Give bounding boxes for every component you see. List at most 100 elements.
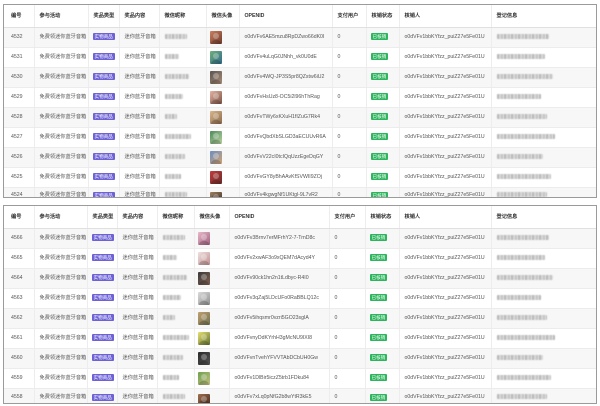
prize-type-badge: 实物商品	[92, 53, 115, 61]
cell-paid-user: 0	[329, 268, 366, 289]
header-register-info: 登记信息	[491, 5, 596, 28]
cell-verifier: o0dVFv1bbKYfzz_puiZ27e5Fe01U	[399, 388, 492, 403]
avatar-image	[197, 371, 210, 385]
cell-prize-type: 实物商品	[87, 308, 118, 329]
verifier-openid: o0dVFv1bbKYfzz_puiZ27e5Fe01U	[404, 294, 485, 301]
paid-user-value: 0	[337, 33, 341, 40]
cell-verify-status: 已核销	[365, 368, 400, 389]
cell-id: 4564	[4, 268, 35, 289]
activity-name: 免费领迷你蓝牙音箱	[39, 113, 87, 120]
verifier-openid: o0dVFv1bbKYfzz_puiZ27e5Fe01U	[404, 53, 485, 60]
cell-avatar	[206, 107, 240, 128]
verifier-openid: o0dVFv1bbKYfzz_puiZ27e5Fe01U	[404, 334, 485, 341]
cell-prize-type: 实物商品	[87, 268, 118, 289]
cell-prize-content: 迷你蓝牙音箱	[117, 348, 158, 369]
verified-status-badge: 已核销	[370, 173, 389, 181]
cell-openid: o0dVFv3qZaj5LDcUFo0RaBBLQ12c	[229, 288, 330, 309]
cell-avatar	[194, 288, 230, 309]
register-info-blurred	[496, 335, 555, 340]
register-info-blurred	[496, 34, 549, 39]
prize-content: 迷你蓝牙音箱	[124, 93, 156, 100]
openid-value: o0dVFvHsUz8-OC5i2l96hThRag	[244, 93, 320, 100]
cell-openid: o0dVFv1DlBir5iczZ5trb1FDku84	[229, 368, 330, 389]
cell-register-info	[491, 348, 596, 369]
cell-register-info	[491, 228, 596, 249]
header-verify-status: 核销状态	[365, 206, 400, 229]
cell-avatar	[206, 47, 240, 68]
table-row: 4563 免费领迷你蓝牙音箱 实物商品 迷你蓝牙音箱 o0dVFv3qZaj5LDcUF…	[4, 288, 596, 309]
activity-name: 免费领迷你蓝牙音箱	[39, 254, 87, 261]
records-table: 编号 参与活动 奖品类型 奖品内容 微信昵称 微信头像 OPENID 支付用户 …	[4, 5, 596, 197]
openid-value: o0dVFv7xLq0pNfG2b8wYtR3kE5	[234, 393, 312, 400]
openid-value: o0dVFvTWy6xKXuH1fIZuG7Rk4	[244, 113, 321, 120]
avatar-image	[197, 311, 210, 325]
cell-register-info	[491, 147, 596, 168]
paid-user-value: 0	[337, 153, 341, 160]
cell-openid: o0dVFv7xLq0pNfG2b8wYtR3kE5	[229, 388, 330, 403]
cell-openid: o0dVFvGY8yBhAAvKfSVWII9ZOj	[239, 167, 333, 188]
record-id: 4531	[11, 53, 23, 60]
avatar-image	[197, 251, 210, 265]
cell-prize-content: 迷你蓝牙音箱	[117, 308, 158, 329]
cell-openid: o0dVFvQbdXbSLGD3aECUUvR6A	[239, 127, 333, 148]
cell-register-info	[491, 107, 596, 128]
verified-status-badge: 已核销	[370, 133, 389, 141]
paid-user-value: 0	[334, 354, 338, 361]
prize-type-badge: 实物商品	[91, 314, 114, 322]
cell-register-info	[491, 368, 596, 389]
cell-activity: 免费领迷你蓝牙音箱	[34, 167, 89, 188]
cell-nickname	[159, 107, 207, 128]
cell-register-info	[491, 187, 596, 197]
verifier-openid: o0dVFv1bbKYfzz_puiZ27e5Fe01U	[404, 33, 485, 40]
cell-nickname	[157, 288, 195, 309]
header-verify-status: 核销状态	[366, 5, 400, 28]
prize-type-badge: 实物商品	[92, 173, 115, 181]
prize-type-badge: 实物商品	[91, 234, 114, 242]
register-info-blurred	[496, 393, 547, 399]
cell-prize-content: 迷你蓝牙音箱	[117, 228, 158, 249]
header-activity: 参与活动	[34, 5, 89, 28]
cell-id: 4559	[4, 368, 35, 389]
prize-content: 迷你蓝牙音箱	[122, 274, 154, 281]
register-info-blurred	[496, 191, 547, 197]
cell-id: 4561	[4, 328, 35, 349]
cell-activity: 免费领迷你蓝牙音箱	[34, 187, 89, 197]
cell-paid-user: 0	[332, 47, 367, 68]
cell-activity: 免费领迷你蓝牙音箱	[34, 87, 89, 108]
activity-name: 免费领迷你蓝牙音箱	[39, 234, 87, 241]
record-id: 4527	[11, 133, 23, 140]
nickname-blurred	[164, 94, 183, 99]
prize-type-badge: 实物商品	[92, 73, 115, 81]
verifier-openid: o0dVFv1bbKYfzz_puiZ27e5Fe01U	[404, 234, 485, 241]
header-register-info: 登记信息	[491, 206, 596, 229]
cell-verify-status: 已核销	[366, 107, 400, 128]
table-row: 4526 免费领迷你蓝牙音箱 实物商品 迷你蓝牙音箱 o0dVFvV22cI0tcIQq…	[4, 147, 596, 168]
verified-status-badge: 已核销	[370, 73, 389, 81]
header-openid: OPENID	[239, 5, 333, 28]
cell-avatar	[194, 228, 230, 249]
header-id: 编号	[4, 5, 35, 28]
paid-user-value: 0	[334, 374, 338, 381]
table-row: 4566 免费领迷你蓝牙音箱 实物商品 迷你蓝牙音箱 o0dVFv3Brnv7erMFr…	[4, 228, 596, 249]
cell-paid-user: 0	[332, 167, 367, 188]
avatar-image	[197, 291, 210, 305]
nickname-blurred	[162, 375, 179, 380]
record-id: 4565	[11, 254, 23, 261]
prize-content: 迷你蓝牙音箱	[124, 113, 156, 120]
prize-type-badge: 实物商品	[91, 274, 114, 282]
verified-status-badge: 已核销	[369, 334, 388, 342]
cell-activity: 免费领迷你蓝牙音箱	[34, 67, 89, 88]
avatar-image	[209, 170, 222, 184]
cell-activity: 免费领迷你蓝牙音箱	[34, 228, 88, 249]
prize-content: 迷你蓝牙音箱	[124, 53, 156, 60]
table-body: 4566 免费领迷你蓝牙音箱 实物商品 迷你蓝牙音箱 o0dVFv3Brnv7erMFr…	[4, 228, 596, 403]
verified-status-badge: 已核销	[370, 113, 389, 121]
cell-verifier: o0dVFv1bbKYfzz_puiZ27e5Fe01U	[399, 167, 492, 188]
nickname-blurred	[162, 335, 189, 340]
cell-activity: 免费领迷你蓝牙音箱	[34, 328, 88, 349]
cell-openid: o0dVFv3Brnv7erMFrhY2-7-TrnD8c	[229, 228, 330, 249]
cell-avatar	[206, 127, 240, 148]
cell-avatar	[206, 187, 240, 197]
cell-prize-content: 迷你蓝牙音箱	[117, 248, 158, 269]
avatar-image	[209, 90, 222, 104]
